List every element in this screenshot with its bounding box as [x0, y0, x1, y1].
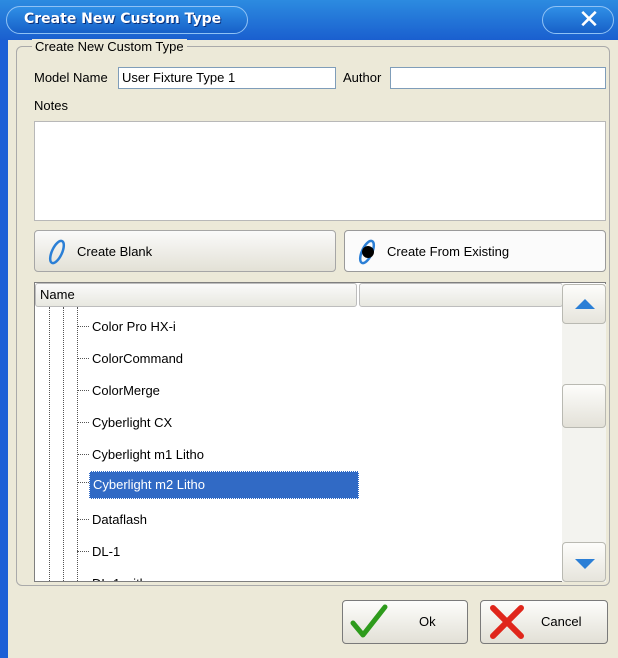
list-item-label: Cyberlight CX	[92, 415, 173, 430]
tree-connector	[77, 390, 89, 391]
scroll-up-button[interactable]	[562, 284, 606, 324]
tree-connector	[77, 358, 89, 359]
model-name-field[interactable]: User Fixture Type 1	[118, 67, 336, 89]
tree-guide-3	[77, 307, 78, 581]
create-from-existing-option[interactable]: Create From Existing	[344, 230, 606, 272]
cancel-label: Cancel	[541, 614, 582, 629]
author-label: Author	[343, 70, 382, 85]
arrow-up-icon	[575, 299, 595, 309]
arrow-down-icon	[575, 559, 595, 569]
column-header-blank[interactable]	[359, 283, 563, 307]
list-item-label: Cyberlight m1 Litho	[92, 447, 204, 462]
list-item-label: DL-1 with camera	[89, 574, 197, 581]
list-item-label: DL-1	[92, 544, 121, 559]
model-name-label: Model Name	[34, 70, 108, 85]
create-from-existing-label: Create From Existing	[387, 244, 510, 259]
notes-textarea[interactable]	[34, 121, 606, 221]
list-item-label: Cyberlight m2 Litho	[89, 471, 359, 499]
tree-guide-1	[49, 307, 50, 581]
title-bar[interactable]: Create New Custom Type ✕	[0, 0, 618, 40]
vertical-scrollbar[interactable]	[562, 284, 606, 582]
tree-connector	[77, 454, 89, 455]
tree-connector	[77, 482, 89, 483]
ok-label: Ok	[419, 614, 436, 629]
radio-unselected-icon	[48, 239, 66, 265]
fixture-tree-list[interactable]: Name Color Pro HX-i ColorCommand ColorMe…	[34, 282, 606, 582]
create-blank-label: Create Blank	[77, 244, 153, 259]
tree-connector	[77, 519, 89, 520]
scroll-down-button[interactable]	[562, 542, 606, 582]
list-item-label: ColorMerge	[92, 383, 160, 398]
cancel-button[interactable]: Cancel	[480, 600, 608, 644]
list-item-label: Color Pro HX-i	[92, 319, 176, 334]
window-title: Create New Custom Type	[24, 11, 222, 27]
notes-label: Notes	[34, 98, 68, 113]
group-title: Create New Custom Type	[32, 39, 187, 54]
ok-button[interactable]: Ok	[342, 600, 468, 644]
tree-guide-2	[63, 307, 64, 581]
create-blank-option[interactable]: Create Blank	[34, 230, 336, 272]
checkmark-icon	[350, 604, 388, 638]
tree-connector	[77, 326, 89, 327]
tree-connector	[77, 551, 89, 552]
cancel-x-icon	[490, 605, 524, 639]
column-header-name[interactable]: Name	[35, 283, 357, 307]
radio-selected-icon	[358, 239, 376, 265]
tree-connector	[77, 422, 89, 423]
author-field[interactable]	[390, 67, 606, 89]
list-item-label: Dataflash	[92, 512, 147, 527]
scroll-thumb[interactable]	[562, 384, 606, 428]
list-item-label: ColorCommand	[92, 351, 184, 366]
close-icon[interactable]: ✕	[574, 6, 604, 34]
